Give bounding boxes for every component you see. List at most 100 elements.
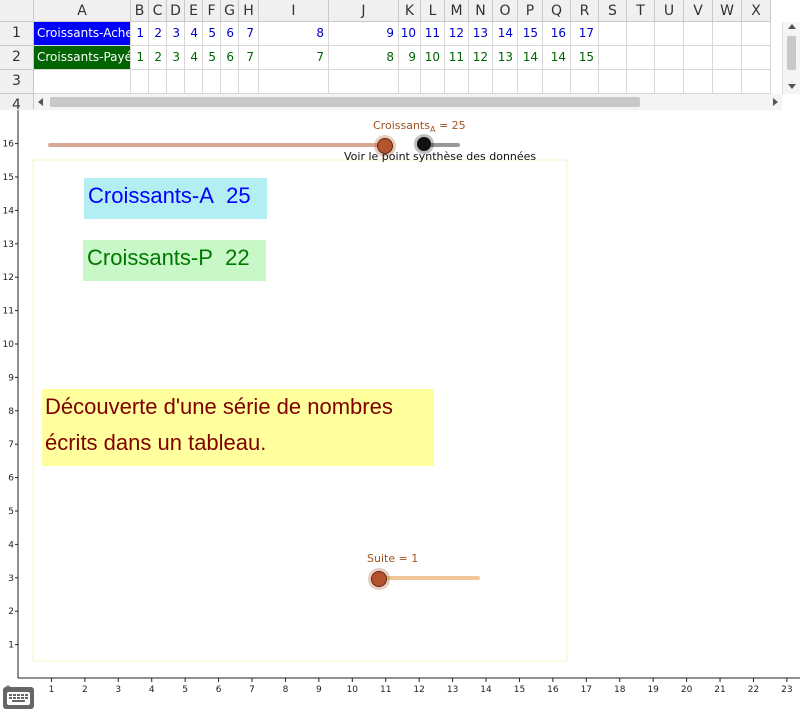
column-header-k[interactable]: K [399, 0, 421, 22]
graphics-view[interactable]: 01234567891011121314151617181920212223 1… [0, 110, 800, 714]
cell-k3[interactable] [399, 70, 421, 94]
row-header-2[interactable]: 2 [0, 46, 34, 70]
cell-x2[interactable] [742, 46, 771, 70]
cell-h3[interactable] [239, 70, 259, 94]
cell-f2[interactable]: 5 [203, 46, 221, 70]
cell-p1[interactable]: 15 [518, 22, 543, 46]
cell-m3[interactable] [445, 70, 469, 94]
column-header-c[interactable]: C [149, 0, 167, 22]
cell-a2[interactable]: Croissants-Payés [34, 46, 131, 70]
cell-c2[interactable]: 2 [149, 46, 167, 70]
synthese-toggle-knob[interactable] [417, 137, 431, 151]
cell-g2[interactable]: 6 [221, 46, 239, 70]
row-header-1[interactable]: 1 [0, 22, 34, 46]
suite-slider-track[interactable] [378, 576, 480, 580]
column-header-g[interactable]: G [221, 0, 239, 22]
cell-r2[interactable]: 15 [571, 46, 599, 70]
column-header-d[interactable]: D [167, 0, 185, 22]
column-header-b[interactable]: B [131, 0, 149, 22]
chevron-right-icon[interactable] [773, 98, 778, 106]
column-header-v[interactable]: V [684, 0, 713, 22]
chevron-up-icon[interactable] [788, 24, 796, 29]
column-header-x[interactable]: X [742, 0, 771, 22]
cell-n1[interactable]: 13 [469, 22, 493, 46]
column-header-i[interactable]: I [259, 0, 329, 22]
cell-u1[interactable] [655, 22, 684, 46]
cell-a1[interactable]: Croissants-Achet [34, 22, 131, 46]
cell-q2[interactable]: 14 [543, 46, 571, 70]
cell-q1[interactable]: 16 [543, 22, 571, 46]
cell-i2[interactable]: 7 [259, 46, 329, 70]
cell-s2[interactable] [599, 46, 627, 70]
keyboard-button[interactable] [3, 687, 34, 709]
spreadsheet-view[interactable]: A B C D E F G H I J K L M N O P Q R S T U V W X 1 2 3 4 Croissants-A… [0, 0, 800, 110]
cell-k1[interactable]: 10 [399, 22, 421, 46]
cell-w2[interactable] [713, 46, 742, 70]
cell-x3[interactable] [742, 70, 771, 94]
cell-j3[interactable] [329, 70, 399, 94]
cell-f3[interactable] [203, 70, 221, 94]
cell-l2[interactable]: 10 [421, 46, 445, 70]
column-header-q[interactable]: Q [543, 0, 571, 22]
cell-c1[interactable]: 2 [149, 22, 167, 46]
row-header-4[interactable]: 4 [0, 94, 34, 110]
cell-d1[interactable]: 3 [167, 22, 185, 46]
cell-u3[interactable] [655, 70, 684, 94]
cell-w1[interactable] [713, 22, 742, 46]
cell-v3[interactable] [684, 70, 713, 94]
cell-d2[interactable]: 3 [167, 46, 185, 70]
column-header-e[interactable]: E [185, 0, 203, 22]
column-header-l[interactable]: L [421, 0, 445, 22]
cell-b3[interactable] [131, 70, 149, 94]
cell-j1[interactable]: 9 [329, 22, 399, 46]
cell-d3[interactable] [167, 70, 185, 94]
cell-j2[interactable]: 8 [329, 46, 399, 70]
croissants-slider-track[interactable] [48, 143, 384, 147]
column-header-h[interactable]: H [239, 0, 259, 22]
cell-o3[interactable] [493, 70, 518, 94]
column-header-m[interactable]: M [445, 0, 469, 22]
cell-t3[interactable] [627, 70, 655, 94]
column-header-w[interactable]: W [713, 0, 742, 22]
cell-a3[interactable] [34, 70, 131, 94]
sheet-corner[interactable] [0, 0, 34, 22]
cell-h2[interactable]: 7 [239, 46, 259, 70]
cell-l1[interactable]: 11 [421, 22, 445, 46]
vertical-scroll-thumb[interactable] [787, 36, 796, 70]
cell-k2[interactable]: 9 [399, 46, 421, 70]
cell-f1[interactable]: 5 [203, 22, 221, 46]
cell-o2[interactable]: 13 [493, 46, 518, 70]
cell-s3[interactable] [599, 70, 627, 94]
cell-e3[interactable] [185, 70, 203, 94]
cell-p2[interactable]: 14 [518, 46, 543, 70]
chevron-down-icon[interactable] [788, 84, 796, 89]
column-header-f[interactable]: F [203, 0, 221, 22]
cell-c3[interactable] [149, 70, 167, 94]
cell-r1[interactable]: 17 [571, 22, 599, 46]
cell-e2[interactable]: 4 [185, 46, 203, 70]
horizontal-scrollbar[interactable] [34, 94, 782, 110]
column-header-u[interactable]: U [655, 0, 684, 22]
column-header-o[interactable]: O [493, 0, 518, 22]
cell-p3[interactable] [518, 70, 543, 94]
cell-q3[interactable] [543, 70, 571, 94]
vertical-scrollbar[interactable] [782, 22, 800, 94]
cell-w3[interactable] [713, 70, 742, 94]
cell-r3[interactable] [571, 70, 599, 94]
cell-g1[interactable]: 6 [221, 22, 239, 46]
column-header-a[interactable]: A [34, 0, 131, 22]
cell-b1[interactable]: 1 [131, 22, 149, 46]
cell-b2[interactable]: 1 [131, 46, 149, 70]
column-header-s[interactable]: S [599, 0, 627, 22]
horizontal-scroll-thumb[interactable] [50, 97, 640, 107]
cell-e1[interactable]: 4 [185, 22, 203, 46]
cell-o1[interactable]: 14 [493, 22, 518, 46]
cell-x1[interactable] [742, 22, 771, 46]
cell-u2[interactable] [655, 46, 684, 70]
cell-s1[interactable] [599, 22, 627, 46]
cell-g3[interactable] [221, 70, 239, 94]
cell-m2[interactable]: 11 [445, 46, 469, 70]
cell-v2[interactable] [684, 46, 713, 70]
suite-slider-knob[interactable] [371, 571, 387, 587]
synthese-toggle-track[interactable] [426, 143, 460, 147]
